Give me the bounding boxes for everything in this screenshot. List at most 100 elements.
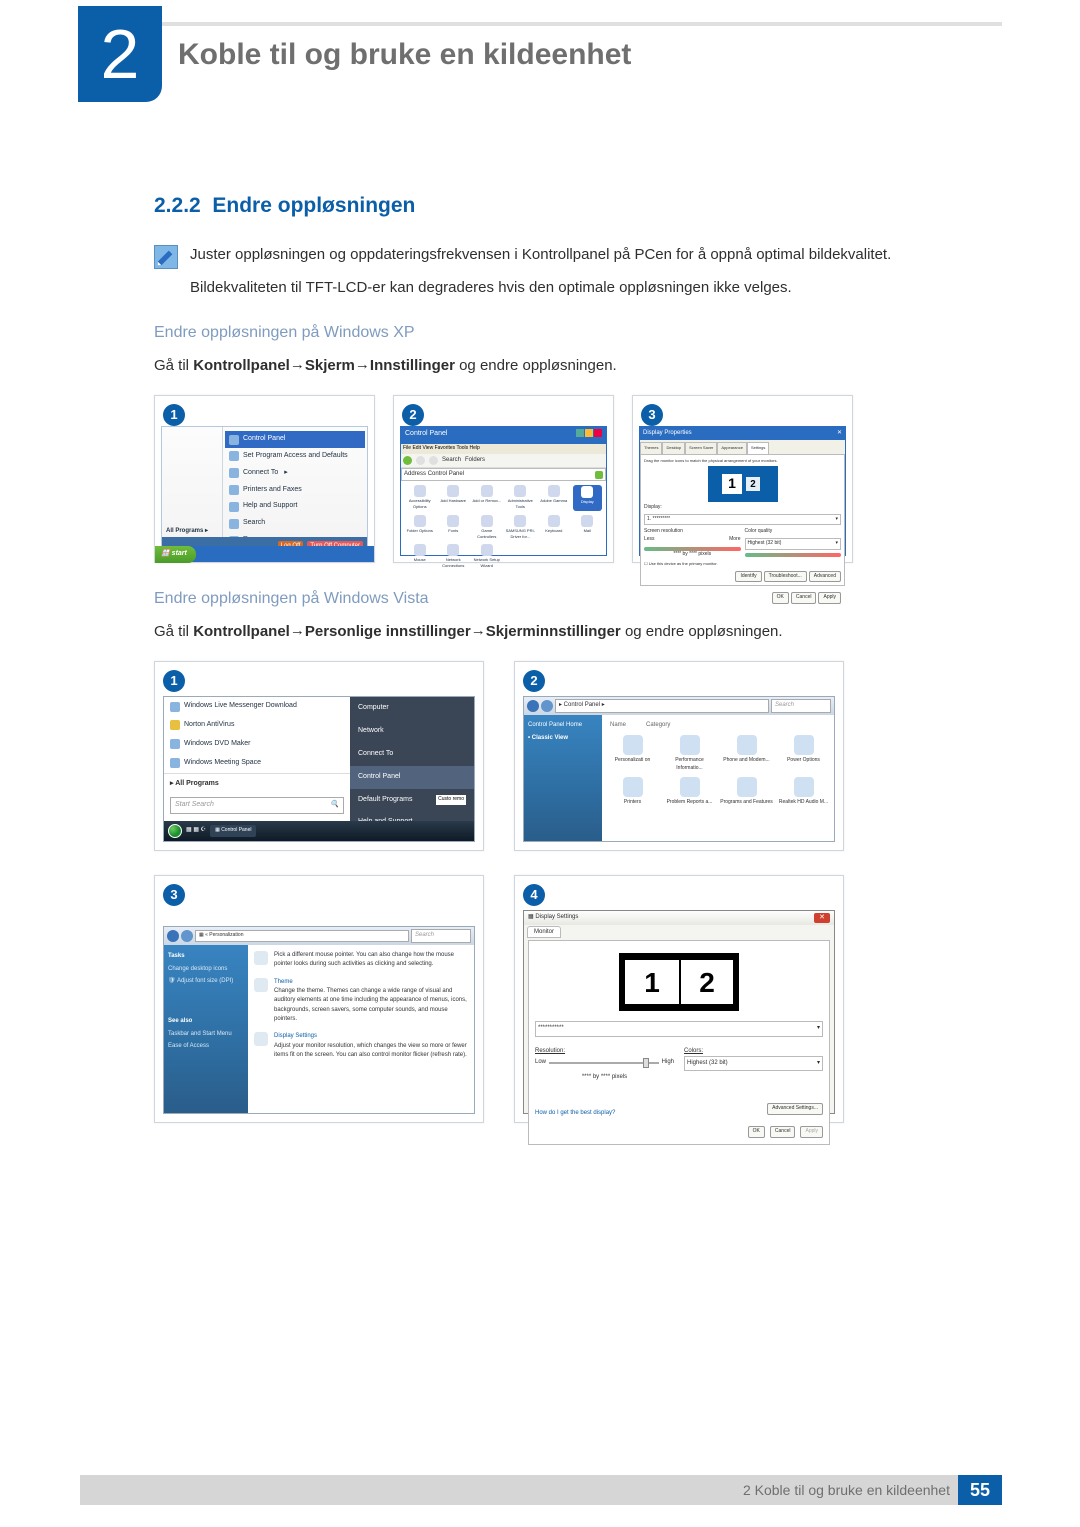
all-programs-label[interactable]: All Programs ▸ [166, 527, 218, 536]
monitor-1[interactable]: 1 [722, 474, 742, 494]
tab-themes[interactable]: Themes [640, 442, 662, 453]
toolbar[interactable]: Search Folders [401, 454, 606, 468]
monitor-2[interactable]: 2 [746, 477, 760, 491]
back-icon[interactable] [167, 930, 179, 942]
display-dropdown[interactable]: 1. *********▾ [644, 514, 841, 526]
menu-item-program-access[interactable]: Set Program Access and Defaults [229, 448, 361, 465]
monitor-arrangement[interactable]: 1 2 [708, 466, 778, 502]
advanced-settings-button[interactable]: Advanced Settings... [767, 1103, 823, 1115]
ok-button[interactable]: OK [748, 1126, 765, 1138]
close-icon[interactable]: ✕ [814, 913, 830, 923]
search-input[interactable]: Search [411, 929, 471, 942]
menu-item-default-programs[interactable]: Default ProgramsCusto remo [350, 789, 474, 812]
tab-appearance[interactable]: Appearance [717, 442, 747, 453]
menu-item-dvdmaker[interactable]: Windows DVD Maker [164, 735, 350, 754]
task-adjust-font-size[interactable]: 🛡 Adjust font size (DPI) [168, 976, 244, 987]
address-bar[interactable]: Address Control Panel [401, 468, 606, 481]
ok-button[interactable]: OK [772, 592, 789, 604]
menu-item-computer[interactable]: Computer [350, 697, 474, 720]
tab-desktop[interactable]: Desktop [662, 442, 685, 453]
monitor-2[interactable]: 2 [679, 960, 733, 1004]
cp-icon[interactable]: Realtek HD Audio M... [777, 777, 830, 807]
menu-item-norton[interactable]: Norton AntiVirus [164, 716, 350, 735]
go-icon[interactable] [595, 471, 603, 479]
cp-icon[interactable]: Add or Remov... [472, 485, 502, 510]
cp-icon-display[interactable]: Display [573, 485, 603, 510]
cp-icon[interactable]: Power Options [777, 735, 830, 773]
cp-icon[interactable]: Fonts [439, 515, 469, 540]
tab-screensaver[interactable]: Screen Saver [685, 442, 717, 453]
forward-icon[interactable] [541, 700, 553, 712]
menu-item-search[interactable]: Search [229, 515, 361, 532]
section-display-settings[interactable]: Display SettingsAdjust your monitor reso… [254, 1032, 468, 1060]
identify-button[interactable]: Identify [735, 571, 761, 583]
monitor-arrangement[interactable]: 1 2 [619, 953, 739, 1011]
folders-label[interactable]: Folders [465, 456, 485, 465]
cp-icon-personalization[interactable]: Personalizati on [606, 735, 659, 773]
slider-thumb[interactable] [643, 1058, 649, 1068]
colors-dropdown[interactable]: Highest (32 bit)▾ [684, 1056, 823, 1071]
task-change-desktop-icons[interactable]: Change desktop icons [168, 964, 244, 975]
breadcrumb[interactable]: ▸ Control Panel ▸ [555, 699, 769, 712]
up-icon[interactable] [429, 456, 438, 465]
sidebar-item-home[interactable]: Control Panel Home [528, 719, 598, 732]
start-button[interactable]: 🪟 start [155, 546, 196, 563]
menu-item-meetingspace[interactable]: Windows Meeting Space [164, 754, 350, 773]
apply-button[interactable]: Apply [818, 592, 841, 604]
apply-button[interactable]: Apply [800, 1126, 823, 1138]
cp-icon[interactable]: Problem Reports a... [663, 777, 716, 807]
color-quality-dropdown[interactable]: Highest (32 bit)▾ [745, 538, 842, 550]
cp-icon[interactable]: Game Controllers [472, 515, 502, 540]
search-input[interactable]: Search [771, 699, 831, 712]
cp-icon[interactable]: Phone and Modem... [720, 735, 773, 773]
advanced-button[interactable]: Advanced [809, 571, 841, 583]
cancel-button[interactable]: Cancel [791, 592, 817, 604]
back-icon[interactable] [527, 700, 539, 712]
cp-icon[interactable]: Network Connections [439, 544, 469, 569]
cp-icon[interactable]: Keyboard [539, 515, 569, 540]
taskbar-item-control-panel[interactable]: ▦ Control Panel [210, 825, 256, 837]
menu-bar[interactable]: File Edit View Favorites Tools Help [401, 444, 606, 454]
back-icon[interactable] [403, 456, 412, 465]
link-taskbar-startmenu[interactable]: Taskbar and Start Menu [168, 1029, 244, 1040]
cp-icon[interactable]: Mouse [405, 544, 435, 569]
section-mouse-pointers[interactable]: Pick a different mouse pointer. You can … [254, 951, 468, 970]
cp-icon[interactable]: Performance Informatio... [663, 735, 716, 773]
monitor-1[interactable]: 1 [625, 960, 679, 1004]
link-ease-of-access[interactable]: Ease of Access [168, 1041, 244, 1052]
cp-icon[interactable]: Programs and Features [720, 777, 773, 807]
cp-icon[interactable]: Printers [606, 777, 659, 807]
resolution-slider[interactable]: Low High [535, 1058, 674, 1067]
cp-icon[interactable]: Add Hardware [439, 485, 469, 510]
section-theme[interactable]: ThemeChange the theme. Themes can change… [254, 978, 468, 1024]
forward-icon[interactable] [181, 930, 193, 942]
troubleshoot-button[interactable]: Troubleshoot... [764, 571, 807, 583]
cp-icon[interactable]: Folder Options [405, 515, 435, 540]
tab-settings[interactable]: Settings [747, 442, 769, 453]
close-icon[interactable]: ✕ [837, 429, 842, 438]
cp-icon[interactable]: Administrative Tools [506, 485, 536, 510]
breadcrumb[interactable]: ▦ « Personalization [195, 930, 409, 942]
menu-item-printers[interactable]: Printers and Faxes [229, 482, 361, 499]
tab-monitor[interactable]: Monitor [527, 926, 561, 938]
menu-item-control-panel[interactable]: Control Panel [350, 766, 474, 789]
start-search-input[interactable]: Start Search🔍 [170, 797, 344, 814]
menu-item-messenger[interactable]: Windows Live Messenger Download [164, 697, 350, 716]
sidebar-item-classic[interactable]: • Classic View [528, 732, 598, 745]
menu-item-help[interactable]: Help and Support [229, 498, 361, 515]
cp-icon[interactable]: Network Setup Wizard [472, 544, 502, 569]
search-label[interactable]: Search [442, 456, 461, 465]
start-orb[interactable] [168, 824, 182, 838]
cp-icon[interactable]: SAMSUNG PRI-Driver for... [506, 515, 536, 540]
forward-icon[interactable] [416, 456, 425, 465]
primary-monitor-checkbox[interactable]: ☐ Use this device as the primary monitor… [644, 561, 841, 567]
menu-item-network[interactable]: Network [350, 720, 474, 743]
cancel-button[interactable]: Cancel [770, 1126, 796, 1138]
help-link[interactable]: How do I get the best display? [535, 1109, 615, 1118]
cp-icon[interactable]: Mail [573, 515, 603, 540]
all-programs[interactable]: ▸ All Programs [164, 773, 350, 795]
display-dropdown[interactable]: ***********▾ [535, 1021, 823, 1036]
window-buttons[interactable] [575, 429, 602, 442]
menu-item-control-panel[interactable]: Control Panel [225, 431, 365, 448]
cp-icon[interactable]: Adobe Gamma [539, 485, 569, 510]
